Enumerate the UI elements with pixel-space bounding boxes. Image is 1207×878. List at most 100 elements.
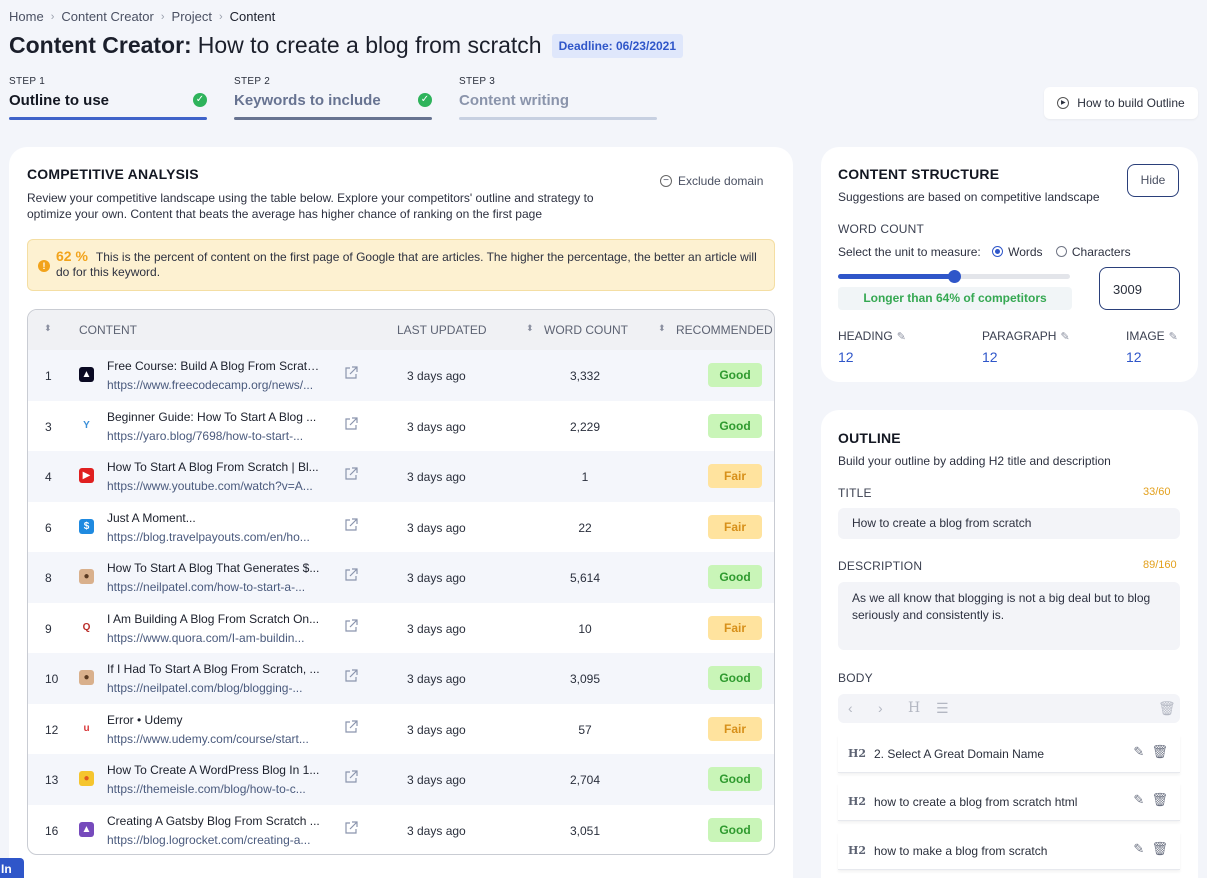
- recommendation-badge: Fair: [708, 514, 762, 539]
- row-title[interactable]: Beginner Guide: How To Start A Blog ...: [107, 410, 321, 424]
- row-url[interactable]: https://yaro.blog/7698/how-to-start-...: [107, 429, 321, 443]
- image-label: IMAGE: [1126, 329, 1165, 343]
- table-row[interactable]: 3 Y Beginner Guide: How To Start A Blog ..…: [28, 401, 774, 452]
- table-row[interactable]: 12 u Error • Udemy https://www.udemy.com/co…: [28, 704, 774, 755]
- external-link-icon[interactable]: [344, 770, 358, 784]
- row-url[interactable]: https://blog.travelpayouts.com/en/ho...: [107, 530, 321, 544]
- external-link-icon[interactable]: [344, 618, 358, 633]
- external-link-icon[interactable]: [344, 669, 358, 683]
- step-number: STEP 3: [459, 76, 496, 87]
- competitive-description: Review your competitive landscape using …: [27, 191, 594, 221]
- outline-item[interactable]: H2 2. Select A Great Domain Name ✎ 🗑: [838, 735, 1180, 773]
- outline-item[interactable]: H2 how to make a blog from scratch ✎ 🗑: [838, 832, 1180, 870]
- pencil-icon[interactable]: ✎: [897, 331, 906, 343]
- chevron-right-icon: ›: [219, 10, 223, 23]
- redo-icon[interactable]: ›: [878, 700, 883, 716]
- table-row[interactable]: 10 ● If I Had To Start A Blog From Scratch…: [28, 653, 774, 704]
- row-title[interactable]: How To Start A Blog From Scratch | Bl...: [107, 460, 321, 474]
- row-title[interactable]: Just A Moment...: [107, 511, 321, 525]
- pencil-icon[interactable]: ✎: [1169, 331, 1178, 343]
- breadcrumb-home[interactable]: Home: [9, 9, 44, 24]
- row-title[interactable]: Creating A Gatsby Blog From Scratch ...: [107, 814, 321, 828]
- breadcrumb-content-creator[interactable]: Content Creator: [61, 9, 154, 24]
- row-title[interactable]: Error • Udemy: [107, 713, 321, 727]
- external-link-icon[interactable]: [344, 416, 358, 431]
- table-row[interactable]: 1 ▲ Free Course: Build A Blog From Scratch…: [28, 350, 774, 401]
- row-url[interactable]: https://neilpatel.com/how-to-start-a-...: [107, 580, 321, 594]
- table-row[interactable]: 6 $ Just A Moment... https://blog.travelpay…: [28, 502, 774, 553]
- external-link-icon[interactable]: [344, 820, 358, 835]
- row-url[interactable]: https://www.youtube.com/watch?v=A...: [107, 479, 321, 493]
- step-number: STEP 2: [234, 76, 271, 87]
- table-row[interactable]: 4 ▶ How To Start A Blog From Scratch | Bl.…: [28, 451, 774, 502]
- paragraph-value: 12: [982, 349, 998, 365]
- step-2[interactable]: STEP 2 Keywords to include ✓: [234, 76, 432, 120]
- outline-item[interactable]: H2 how to create a blog from scratch htm…: [838, 783, 1180, 821]
- title-input[interactable]: How to create a blog from scratch: [838, 508, 1180, 539]
- trash-icon[interactable]: 🗑: [1158, 700, 1176, 717]
- row-title[interactable]: I Am Building A Blog From Scratch On...: [107, 612, 321, 626]
- breadcrumb-project[interactable]: Project: [172, 9, 212, 24]
- row-title[interactable]: How To Start A Blog That Generates $...: [107, 561, 321, 575]
- pencil-icon[interactable]: ✎: [1060, 331, 1069, 343]
- external-link-icon[interactable]: [344, 568, 358, 582]
- recommendation-badge: Fair: [708, 716, 762, 741]
- row-word-count: 57: [578, 722, 592, 737]
- external-link-icon[interactable]: [344, 719, 358, 734]
- row-url[interactable]: https://blog.logrocket.com/creating-a...: [107, 833, 321, 847]
- edit-icon[interactable]: ✎: [1133, 792, 1144, 807]
- column-word-count[interactable]: WORD COUNT: [544, 323, 628, 337]
- description-textarea[interactable]: As we all know that blogging is not a bi…: [838, 582, 1180, 650]
- external-link-icon[interactable]: [344, 467, 358, 481]
- slider-knob[interactable]: [948, 270, 961, 283]
- sort-icon[interactable]: ⬍: [658, 323, 666, 334]
- word-count-slider[interactable]: [838, 270, 1070, 283]
- hide-button[interactable]: Hide: [1127, 164, 1179, 197]
- table-row[interactable]: 13 ● How To Create A WordPress Blog In 1..…: [28, 754, 774, 805]
- exclude-domain-button[interactable]: − Exclude domain: [660, 174, 763, 188]
- row-url[interactable]: https://www.quora.com/I-am-buildin...: [107, 631, 321, 645]
- unit-selector: Select the unit to measure: Words Charac…: [838, 244, 1131, 260]
- step-3[interactable]: STEP 3 Content writing: [459, 76, 657, 120]
- column-recommended[interactable]: RECOMMENDED: [676, 323, 773, 337]
- table-row[interactable]: 16 ▲ Creating A Gatsby Blog From Scratch .…: [28, 805, 774, 855]
- row-last-updated: 3 days ago: [407, 571, 466, 585]
- how-to-build-outline-button[interactable]: ▶ How to build Outline: [1044, 87, 1198, 119]
- row-url[interactable]: https://www.freecodecamp.org/news/...: [107, 378, 321, 392]
- step-1[interactable]: STEP 1 Outline to use ✓: [9, 76, 207, 120]
- table-row[interactable]: 9 Q I Am Building A Blog From Scratch On..…: [28, 603, 774, 654]
- list-icon[interactable]: ☰: [936, 700, 949, 717]
- word-count-input[interactable]: 3009: [1099, 267, 1180, 310]
- row-title[interactable]: How To Create A WordPress Blog In 1...: [107, 763, 321, 777]
- column-last-updated[interactable]: LAST UPDATED: [397, 323, 487, 337]
- recommendation-badge: Good: [708, 413, 762, 438]
- travelpayouts-logo: $: [79, 518, 94, 534]
- row-url[interactable]: https://www.udemy.com/course/start...: [107, 732, 321, 746]
- quora-logo: Q: [82, 621, 91, 633]
- undo-icon[interactable]: ‹: [848, 700, 853, 716]
- external-link-icon[interactable]: [344, 517, 358, 532]
- row-url[interactable]: https://neilpatel.com/blog/blogging-...: [107, 681, 321, 695]
- row-rank: 10: [45, 672, 59, 686]
- description-char-counter: 89/160: [1143, 559, 1177, 571]
- trash-icon[interactable]: 🗑: [1151, 792, 1168, 807]
- help-widget-button[interactable]: In: [0, 858, 24, 878]
- sort-icon[interactable]: ⬍: [44, 323, 52, 334]
- paragraph-stat: PARAGRAPH ✎ 12: [982, 329, 1070, 365]
- row-title[interactable]: If I Had To Start A Blog From Scratch, .…: [107, 662, 321, 676]
- table-row[interactable]: 8 ● How To Start A Blog That Generates $..…: [28, 552, 774, 603]
- sort-icon[interactable]: ⬍: [526, 323, 534, 334]
- unit-words-radio[interactable]: Words: [992, 245, 1043, 259]
- heading-icon[interactable]: H: [908, 700, 920, 716]
- neilpatel-logo: ●: [79, 569, 94, 584]
- row-url[interactable]: https://themeisle.com/blog/how-to-c...: [107, 782, 321, 796]
- edit-icon[interactable]: ✎: [1133, 841, 1144, 856]
- edit-icon[interactable]: ✎: [1133, 744, 1144, 759]
- external-link-icon[interactable]: [344, 366, 358, 380]
- unit-characters-radio[interactable]: Characters: [1055, 245, 1131, 259]
- row-title[interactable]: Free Course: Build A Blog From Scratch W…: [107, 359, 321, 373]
- trash-icon[interactable]: 🗑: [1151, 744, 1168, 759]
- how-to-build-outline-label: How to build Outline: [1077, 96, 1185, 110]
- trash-icon[interactable]: 🗑: [1151, 841, 1168, 856]
- row-word-count: 1: [581, 470, 589, 484]
